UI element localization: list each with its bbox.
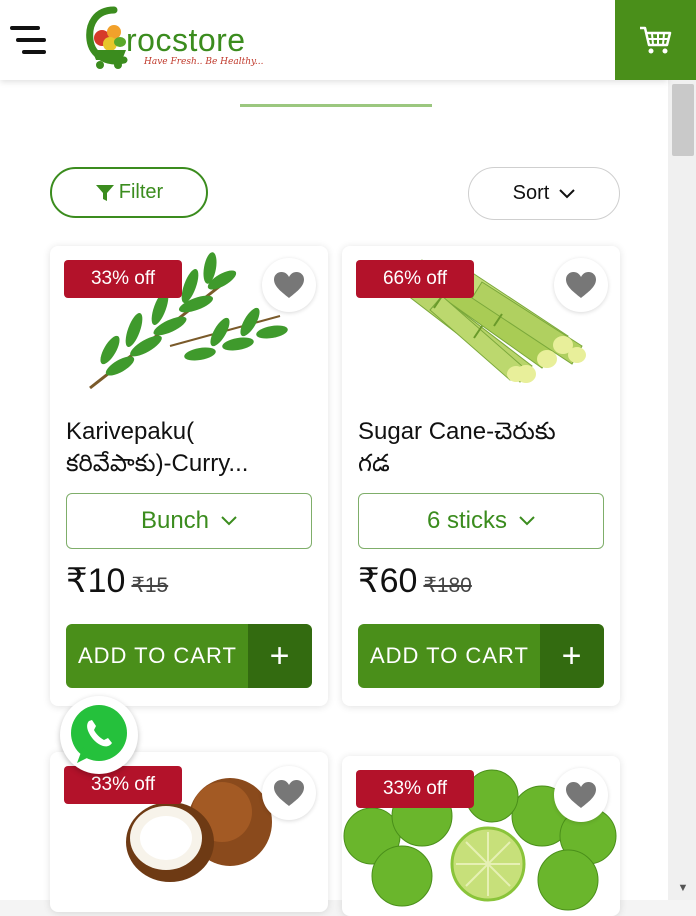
- variant-label: Bunch: [140, 507, 210, 534]
- cart-icon: [640, 26, 672, 54]
- plus-icon: +: [540, 624, 604, 688]
- heart-icon: [566, 782, 596, 808]
- heart-icon: [274, 272, 304, 298]
- whatsapp-icon: [71, 705, 127, 763]
- product-card[interactable]: 33% off: [50, 752, 328, 912]
- cart-button[interactable]: [615, 0, 696, 80]
- chevron-down-icon: [559, 188, 576, 198]
- product-card[interactable]: 33% off Karivepaku( కరివేపాకు)-Curry... …: [50, 246, 328, 706]
- variant-select[interactable]: 6 sticks: [358, 493, 604, 549]
- add-to-cart-label: ADD TO CART: [370, 643, 529, 668]
- brand-name: rocstore: [126, 22, 246, 58]
- add-to-cart-label: ADD TO CART: [78, 643, 237, 668]
- wishlist-button[interactable]: [554, 768, 608, 822]
- product-name[interactable]: Karivepaku( కరివేపాకు)-Curry...: [66, 416, 316, 480]
- whatsapp-button[interactable]: [60, 696, 138, 774]
- heart-icon: [566, 272, 596, 298]
- variant-select[interactable]: Bunch: [66, 493, 312, 549]
- wishlist-button[interactable]: [554, 258, 608, 312]
- scrollbar-track[interactable]: [668, 80, 696, 900]
- wishlist-button[interactable]: [262, 766, 316, 820]
- sort-label: Sort: [512, 182, 550, 204]
- selling-price: ₹10: [66, 562, 126, 600]
- product-card[interactable]: 33% off: [342, 756, 620, 916]
- top-header: rocstore Have Fresh.. Be Healthy...: [0, 0, 668, 80]
- brand-tagline: Have Fresh.. Be Healthy...: [144, 57, 264, 67]
- price: ₹60 ₹180: [358, 561, 472, 601]
- add-to-cart-button[interactable]: ADD TO CART +: [358, 624, 604, 688]
- add-to-cart-button[interactable]: ADD TO CART +: [66, 624, 312, 688]
- original-price: ₹180: [423, 574, 472, 597]
- sort-button[interactable]: Sort: [468, 167, 620, 220]
- selling-price: ₹60: [358, 562, 418, 600]
- price: ₹10 ₹15: [66, 561, 168, 601]
- discount-badge: 66% off: [356, 260, 474, 298]
- filter-label: Filter: [118, 181, 164, 203]
- scrollbar-thumb[interactable]: [672, 84, 694, 156]
- product-card[interactable]: 66% off Sugar Cane-చెరుకు గడ 6 sticks ₹6…: [342, 246, 620, 706]
- heart-icon: [274, 780, 304, 806]
- filter-button[interactable]: Filter: [50, 167, 208, 218]
- chevron-down-icon: [519, 516, 535, 526]
- discount-badge: 33% off: [64, 766, 182, 804]
- menu-icon[interactable]: [10, 24, 52, 56]
- product-name[interactable]: Sugar Cane-చెరుకు గడ: [358, 416, 608, 480]
- section-underline: [240, 104, 432, 107]
- chevron-down-icon: [221, 516, 237, 526]
- discount-badge: 33% off: [64, 260, 182, 298]
- wishlist-button[interactable]: [262, 258, 316, 312]
- scroll-down-icon[interactable]: ▼: [674, 880, 692, 896]
- store-logo[interactable]: rocstore Have Fresh.. Be Healthy...: [84, 2, 294, 74]
- original-price: ₹15: [131, 574, 169, 597]
- plus-icon: +: [248, 624, 312, 688]
- discount-badge: 33% off: [356, 770, 474, 808]
- filter-icon: [95, 184, 114, 201]
- variant-label: 6 sticks: [426, 507, 507, 534]
